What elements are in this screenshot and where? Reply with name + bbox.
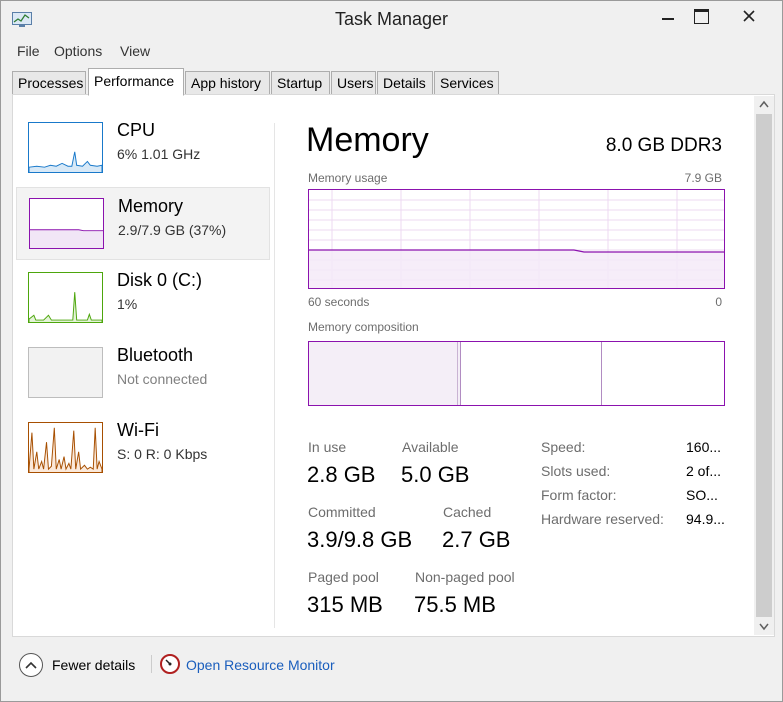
cached-value: 2.7 GB [442,527,511,552]
close-icon [743,10,755,22]
sidebar-item-title: Bluetooth [117,345,194,365]
cached-label: Cached [443,504,492,520]
hardware-reserved-value: 94.9... [686,511,725,527]
form-factor-label: Form factor: [541,487,617,503]
menu-options[interactable]: Options [54,43,102,59]
title-bar[interactable]: Task Manager [1,1,782,39]
scroll-thumb[interactable] [756,114,772,617]
slots-used-value: 2 of... [686,463,722,479]
footer-bar: Fewer details Open Resource Monitor [1,641,782,691]
committed-label: Committed [308,504,376,520]
fewer-details-link[interactable]: Fewer details [52,657,135,673]
slots-used-label: Slots used: [541,463,611,479]
wifi-thumbnail-graph [28,422,103,473]
sidebar-item-subtitle: S: 0 R: 0 Kbps [117,446,208,462]
minimize-button[interactable] [651,1,686,30]
form-factor-value: SO... [686,487,718,503]
disk-thumbnail-graph [28,272,103,323]
committed-value: 3.9/9.8 GB [307,527,413,552]
page-title: Memory [306,121,429,159]
menu-file[interactable]: File [17,43,40,59]
sidebar-item-title: Memory [118,196,184,216]
sidebar-item-title: Disk 0 (C:) [117,270,202,290]
sidebar-item-title: CPU [117,120,156,140]
composition-standby-separator [601,342,602,405]
memory-spec: 8.0 GB DDR3 [605,135,722,156]
graph-time-label: 60 seconds [308,295,370,309]
non-paged-pool-label: Non-paged pool [415,569,515,585]
memory-composition-label: Memory composition [308,320,419,334]
sidebar-item-subtitle: Not connected [117,371,208,387]
scroll-down-button[interactable] [754,618,774,635]
cpu-thumbnail-graph [28,122,103,173]
tab-services[interactable]: Services [434,71,499,95]
fewer-details-button[interactable] [19,653,43,677]
paged-pool-value: 315 MB [307,592,383,617]
tab-details[interactable]: Details [377,71,433,95]
sidebar-item-memory[interactable]: Memory 2.9/7.9 GB (37%) [16,187,270,260]
tab-performance[interactable]: Performance [88,68,184,96]
graph-time-end: 0 [715,295,722,309]
chevron-down-icon [759,623,769,631]
menu-view[interactable]: View [120,43,150,59]
sidebar-item-bluetooth[interactable]: Bluetooth Not connected [16,337,270,410]
sidebar-item-subtitle: 6% 1.01 GHz [117,146,201,162]
chevron-up-icon [759,100,769,108]
scroll-up-button[interactable] [754,96,774,113]
sidebar-item-title: Wi-Fi [117,420,159,440]
chevron-up-icon [25,661,37,669]
bluetooth-thumbnail-graph [28,347,103,398]
hardware-reserved-label: Hardware reserved: [541,511,664,527]
available-label: Available [402,439,459,455]
task-manager-window: Task Manager File Options View Processes… [0,0,783,702]
speed-value: 160... [686,439,722,455]
tab-startup[interactable]: Startup [271,71,330,95]
memory-usage-max: 7.9 GB [684,171,722,185]
memory-usage-label: Memory usage [308,171,388,185]
memory-thumbnail-graph [29,198,104,249]
sidebar-item-disk[interactable]: Disk 0 (C:) 1% [16,262,270,335]
sidebar-item-subtitle: 2.9/7.9 GB (37%) [118,222,227,238]
footer-separator [151,655,152,673]
sidebar-item-wifi[interactable]: Wi-Fi S: 0 R: 0 Kbps [16,412,270,485]
vertical-scrollbar[interactable] [754,96,774,635]
tab-app-history[interactable]: App history [185,71,270,95]
performance-panel: CPU 6% 1.01 GHz Memory 2.9/7.9 GB (37%) … [12,94,775,637]
composition-in-use [309,342,461,405]
menu-bar: File Options View [1,39,782,64]
in-use-value: 2.8 GB [307,462,376,487]
paged-pool-label: Paged pool [308,569,379,585]
close-button[interactable] [716,1,782,30]
panel-divider [274,123,275,628]
non-paged-pool-value: 75.5 MB [414,592,496,617]
open-resource-monitor-link[interactable]: Open Resource Monitor [186,657,335,673]
tab-processes[interactable]: Processes [12,71,86,95]
in-use-label: In use [308,439,347,455]
speed-label: Speed: [541,439,586,455]
memory-composition-bar [308,341,725,406]
available-value: 5.0 GB [401,462,470,487]
memory-usage-graph [308,189,725,289]
sidebar-item-subtitle: 1% [117,296,138,312]
tab-users[interactable]: Users [331,71,376,95]
sidebar-item-cpu[interactable]: CPU 6% 1.01 GHz [16,112,270,185]
maximize-button[interactable] [686,1,716,30]
resource-monitor-icon[interactable] [160,654,180,674]
